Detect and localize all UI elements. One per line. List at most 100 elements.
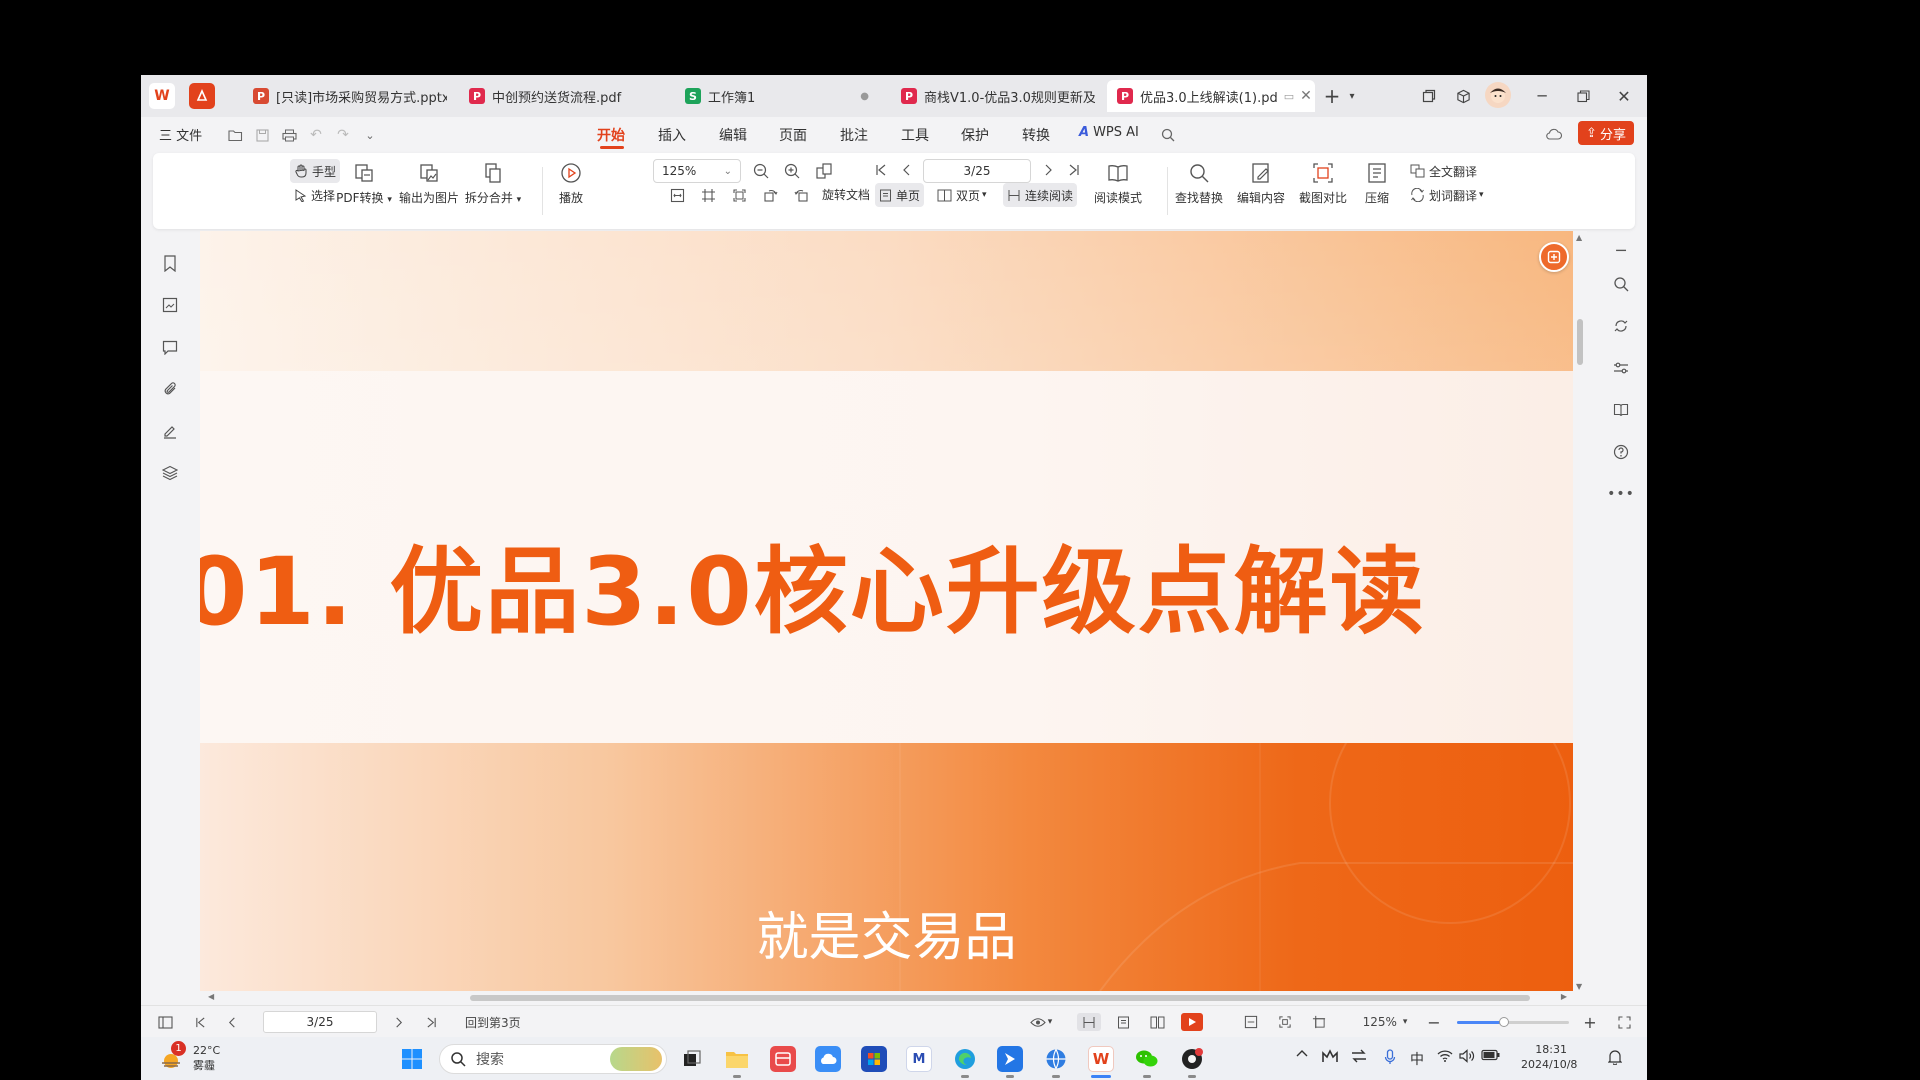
tab-workbook[interactable]: S 工作簿1 ● xyxy=(675,80,879,112)
play-button[interactable]: 播放 xyxy=(551,161,591,206)
scrollbar-thumb[interactable] xyxy=(470,995,1530,1001)
tab-insert[interactable]: 插入 xyxy=(658,125,686,145)
tab-delivery-pdf[interactable]: P 中创预约送货流程.pdf xyxy=(459,80,663,112)
search-icon[interactable] xyxy=(1159,126,1177,144)
wechat-icon[interactable] xyxy=(1134,1046,1160,1072)
taskbar-search-input[interactable]: 搜索 xyxy=(439,1044,667,1074)
back-to-page-link[interactable]: 回到第3页 xyxy=(465,1013,521,1031)
layers-icon[interactable] xyxy=(160,463,180,483)
save-icon[interactable] xyxy=(253,126,271,144)
fit-page-icon[interactable] xyxy=(1275,1013,1295,1031)
floating-assistant-icon[interactable] xyxy=(1539,242,1569,272)
close-tab-icon[interactable]: ✕ xyxy=(1294,88,1312,104)
scroll-left-icon[interactable]: ◀ xyxy=(208,992,214,1001)
share-button[interactable]: ⇪ 分享 xyxy=(1578,121,1634,145)
close-window-icon[interactable]: ✕ xyxy=(1613,85,1635,107)
page-number-input[interactable]: 3/25 xyxy=(923,159,1031,183)
eye-view-icon[interactable]: ▾ xyxy=(1026,1013,1056,1031)
tab-rules-pdf[interactable]: P 商栈V1.0-优品3.0规则更新及... xyxy=(891,80,1095,112)
zoom-in-icon[interactable]: + xyxy=(1581,1013,1599,1032)
chevron-down-icon[interactable]: ▾ xyxy=(1341,85,1363,107)
weather-widget[interactable]: 22°C 雾霾 xyxy=(193,1043,220,1073)
find-replace-button[interactable]: 查找替换 xyxy=(1170,161,1228,206)
app-red-icon[interactable] xyxy=(770,1046,796,1072)
more-icon[interactable]: ••• xyxy=(1607,483,1634,505)
prev-page-icon[interactable] xyxy=(896,159,918,181)
tab-edit[interactable]: 编辑 xyxy=(719,125,747,145)
tab-tools[interactable]: 工具 xyxy=(901,125,929,145)
tab-page[interactable]: 页面 xyxy=(779,125,807,145)
pdf-page-view[interactable]: 01. 优品3.0核心升级点解读 就是交易品 xyxy=(200,231,1573,991)
scroll-right-icon[interactable]: ▶ xyxy=(1561,992,1567,1001)
task-view-icon[interactable] xyxy=(679,1046,705,1072)
undo-icon[interactable]: ↶ xyxy=(307,126,325,144)
sidebar-toggle-icon[interactable] xyxy=(156,1013,174,1031)
wps-office-icon[interactable]: W xyxy=(1088,1046,1114,1072)
fit-page-icon[interactable] xyxy=(697,184,719,206)
horizontal-scrollbar[interactable]: ◀ ▶ xyxy=(200,991,1573,1005)
notification-bell-icon[interactable] xyxy=(1608,1049,1622,1065)
next-page-icon[interactable] xyxy=(390,1013,406,1031)
cloud-app-icon[interactable] xyxy=(815,1046,841,1072)
book-icon[interactable] xyxy=(1610,399,1632,421)
fit-width-icon[interactable] xyxy=(666,184,688,206)
window-icon[interactable]: ▭ xyxy=(1284,90,1294,103)
multi-window-icon[interactable] xyxy=(1418,85,1440,107)
store-icon[interactable] xyxy=(861,1046,887,1072)
tab-wps-ai[interactable]: A WPS AI xyxy=(1079,125,1139,140)
media-app-icon[interactable] xyxy=(1179,1046,1205,1072)
windows-start-icon[interactable] xyxy=(399,1046,425,1072)
actual-size-icon[interactable] xyxy=(1309,1013,1329,1031)
status-page-input[interactable]: 3/25 xyxy=(263,1011,377,1033)
pdf-convert-button[interactable]: PDF转换 ▾ xyxy=(329,161,399,206)
prev-page-icon[interactable] xyxy=(224,1013,240,1031)
last-page-icon[interactable] xyxy=(1063,159,1085,181)
rotate-doc-icon[interactable] xyxy=(812,159,836,183)
rotate-right-icon[interactable] xyxy=(790,184,812,206)
zoom-slider-knob[interactable] xyxy=(1499,1017,1510,1027)
help-icon[interactable] xyxy=(1610,441,1632,463)
edit-content-button[interactable]: 编辑内容 xyxy=(1232,161,1290,206)
sync-icon[interactable] xyxy=(1610,315,1632,337)
fullscreen-icon[interactable] xyxy=(1615,1013,1633,1031)
double-page-view-icon[interactable] xyxy=(1145,1013,1169,1031)
redo-icon[interactable]: ↷ xyxy=(334,126,352,144)
browser-globe-icon[interactable] xyxy=(1043,1046,1069,1072)
split-merge-button[interactable]: 拆分合并 ▾ xyxy=(453,161,533,206)
feishu-icon[interactable] xyxy=(997,1046,1023,1072)
zoom-out-icon[interactable]: − xyxy=(1425,1013,1443,1032)
next-page-icon[interactable] xyxy=(1037,159,1059,181)
weather-icon[interactable]: 1 xyxy=(159,1041,186,1071)
ime-indicator[interactable]: 中 xyxy=(1410,1049,1424,1069)
edge-browser-icon[interactable] xyxy=(952,1046,978,1072)
thumbnail-icon[interactable] xyxy=(160,295,180,315)
signature-icon[interactable] xyxy=(160,421,180,441)
tray-overflow-icon[interactable] xyxy=(1296,1049,1308,1057)
new-tab-button[interactable]: + xyxy=(1321,84,1343,108)
first-page-icon[interactable] xyxy=(192,1013,208,1031)
rotate-left-icon[interactable] xyxy=(759,184,781,206)
tab-convert[interactable]: 转换 xyxy=(1022,125,1050,145)
mail-app-icon[interactable]: M xyxy=(906,1046,932,1072)
scrollbar-thumb[interactable] xyxy=(1577,319,1583,365)
search-icon[interactable] xyxy=(1610,273,1632,295)
wps-docer-icon[interactable] xyxy=(189,83,215,109)
zoom-slider[interactable] xyxy=(1457,1017,1569,1027)
fit-width-icon[interactable] xyxy=(1241,1013,1261,1031)
last-page-icon[interactable] xyxy=(423,1013,439,1031)
transfer-icon[interactable] xyxy=(1351,1049,1367,1063)
tab-annotate[interactable]: 批注 xyxy=(840,125,868,145)
full-translate-button[interactable]: 全文翻译 xyxy=(1406,159,1481,183)
zoom-in-icon[interactable] xyxy=(781,160,803,182)
restore-icon[interactable] xyxy=(1572,85,1594,107)
tab-active-pdf[interactable]: P 优品3.0上线解读(1).pd ▭ ✕ xyxy=(1107,80,1315,112)
attachment-icon[interactable] xyxy=(160,379,180,399)
chevron-down-icon[interactable]: ⌄ xyxy=(361,126,379,144)
tray-app-icon[interactable] xyxy=(1322,1049,1338,1063)
battery-icon[interactable] xyxy=(1481,1049,1501,1061)
microphone-icon[interactable] xyxy=(1384,1049,1396,1065)
scroll-up-icon[interactable]: ▲ xyxy=(1576,233,1582,242)
file-menu[interactable]: 三 文件 xyxy=(159,125,202,144)
wps-logo-icon[interactable]: W xyxy=(149,83,175,109)
play-slideshow-icon[interactable] xyxy=(1181,1013,1203,1031)
